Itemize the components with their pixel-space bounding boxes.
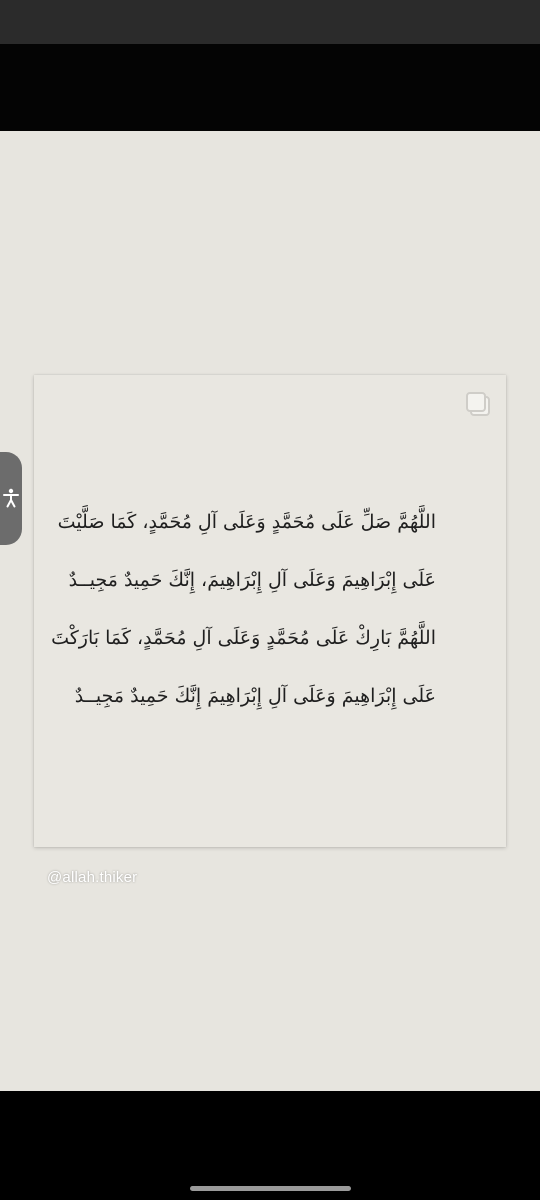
accessibility-button[interactable] [0,452,22,545]
image-stack-front [466,392,486,412]
dua-text: اللَّهُمَّ صَلِّ عَلَى مُحَمَّدٍ وَعَلَى… [51,493,436,725]
multiple-images-icon[interactable] [466,392,490,416]
top-bar [0,44,540,131]
watermark-handle: @allah.thiker [47,869,138,886]
post-image[interactable]: اللَّهُمَّ صَلِّ عَلَى مُحَمَّدٍ وَعَلَى… [0,131,540,1091]
accessibility-icon [3,488,19,508]
dua-line-3: اللَّهُمَّ بَارِكْ عَلَى مُحَمَّدٍ وَعَل… [51,627,436,649]
status-bar [0,0,540,44]
dua-line-1: اللَّهُمَّ صَلِّ عَلَى مُحَمَّدٍ وَعَلَى… [57,511,436,533]
dua-line-2: عَلَى إِبْرَاهِيمَ وَعَلَى آلِ إِبْرَاهِ… [68,569,436,591]
dua-card: اللَّهُمَّ صَلِّ عَلَى مُحَمَّدٍ وَعَلَى… [34,375,506,847]
bottom-bar [0,1091,540,1200]
phone-screen: اللَّهُمَّ صَلِّ عَلَى مُحَمَّدٍ وَعَلَى… [0,0,540,1200]
dua-line-4: عَلَى إِبْرَاهِيمَ وَعَلَى آلِ إِبْرَاهِ… [74,685,436,707]
home-indicator[interactable] [190,1186,351,1191]
